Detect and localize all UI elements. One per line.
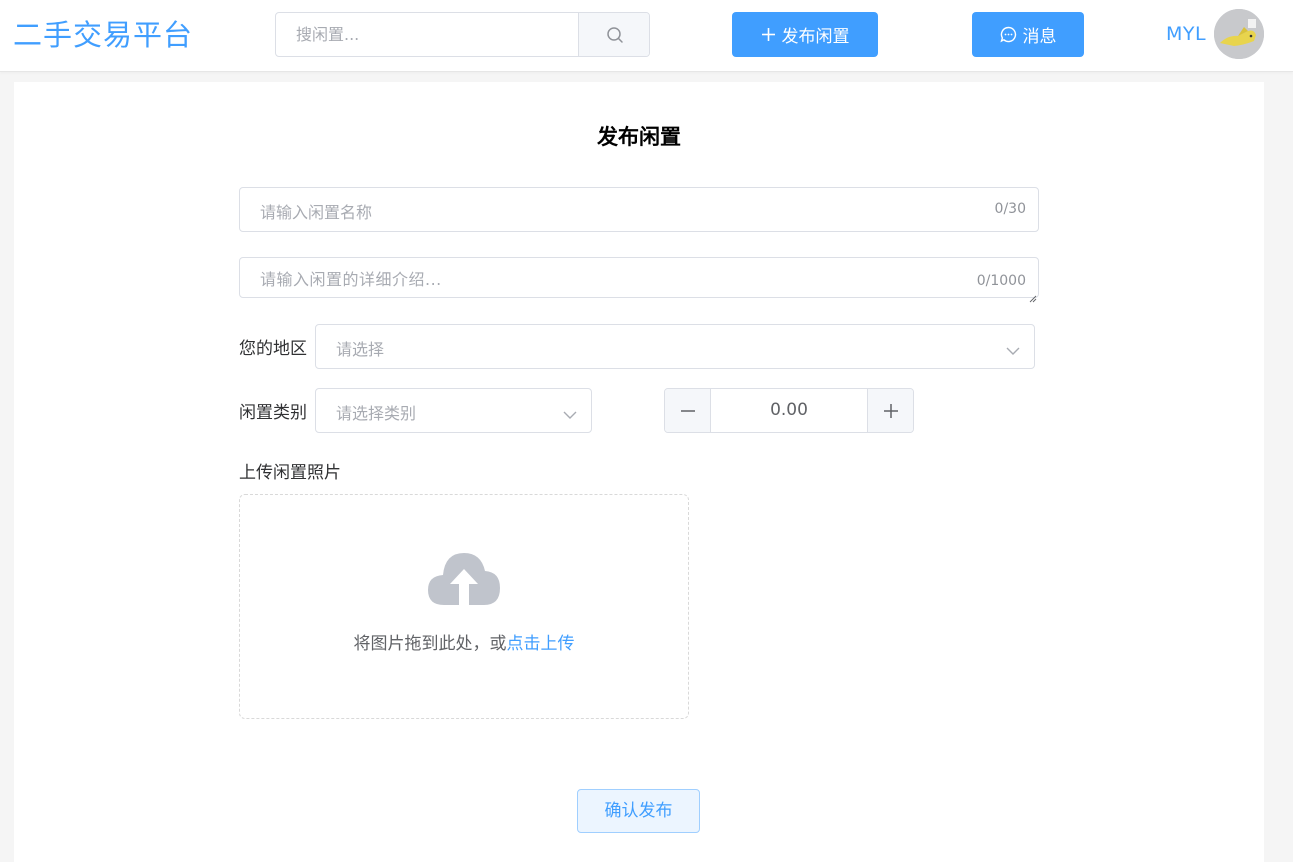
search-button[interactable] <box>578 13 649 56</box>
upload-hint-text: 将图片拖到此处，或 <box>353 634 507 654</box>
region-select-placeholder: 请选择 <box>336 340 385 359</box>
resize-grip-icon[interactable] <box>1029 288 1037 303</box>
confirm-publish-button[interactable]: 确认发布 <box>577 789 700 833</box>
price-value[interactable]: 0.00 <box>711 389 867 432</box>
brand-logo[interactable]: 二手交易平台 <box>13 15 193 55</box>
region-select[interactable]: 请选择 <box>315 324 1035 369</box>
region-label: 您的地区 <box>239 339 307 359</box>
page-title: 发布闲置 <box>597 125 681 149</box>
category-select-placeholder: 请选择类别 <box>336 404 417 423</box>
search-bar <box>275 12 650 57</box>
search-icon <box>606 26 624 44</box>
item-name-input[interactable]: 请输入闲置名称 0/30 <box>239 187 1039 232</box>
item-description-char-count: 0/1000 <box>976 273 1026 289</box>
category-select[interactable]: 请选择类别 <box>315 388 592 433</box>
item-description-textarea[interactable]: 请输入闲置的详细介绍... 0/1000 <box>239 257 1039 303</box>
price-decrease-button[interactable] <box>665 389 711 432</box>
avatar[interactable] <box>1214 9 1264 59</box>
category-label: 闲置类别 <box>239 403 307 423</box>
item-name-placeholder: 请输入闲置名称 <box>260 203 373 222</box>
price-stepper: 0.00 <box>664 388 914 433</box>
publish-panel: 发布闲置 请输入闲置名称 0/30 请输入闲置的详细介绍... 0/1000 您… <box>14 82 1264 862</box>
message-button-label: 消息 <box>1022 27 1057 47</box>
top-header: 二手交易平台 发布闲置 <box>0 0 1293 72</box>
upload-label: 上传闲置照片 <box>239 463 341 483</box>
message-button[interactable]: 消息 <box>972 12 1084 57</box>
plus-icon <box>883 403 899 419</box>
chat-icon <box>999 26 1017 43</box>
publish-button-label: 发布闲置 <box>781 27 850 47</box>
item-description-placeholder: 请输入闲置的详细介绍... <box>260 270 442 289</box>
minus-icon <box>680 403 696 419</box>
chevron-down-icon <box>563 405 577 424</box>
upload-click-link[interactable]: 点击上传 <box>507 634 575 654</box>
upload-cloud-icon <box>426 549 502 611</box>
upload-hint: 将图片拖到此处，或点击上传 <box>240 629 688 654</box>
plus-icon <box>761 27 776 42</box>
price-increase-button[interactable] <box>867 389 913 432</box>
search-input[interactable] <box>276 13 578 56</box>
chevron-down-icon <box>1006 341 1020 360</box>
photo-upload-dropzone[interactable]: 将图片拖到此处，或点击上传 <box>239 494 689 719</box>
publish-button[interactable]: 发布闲置 <box>732 12 878 57</box>
username[interactable]: MYL <box>1166 20 1206 48</box>
item-name-char-count: 0/30 <box>994 201 1026 217</box>
